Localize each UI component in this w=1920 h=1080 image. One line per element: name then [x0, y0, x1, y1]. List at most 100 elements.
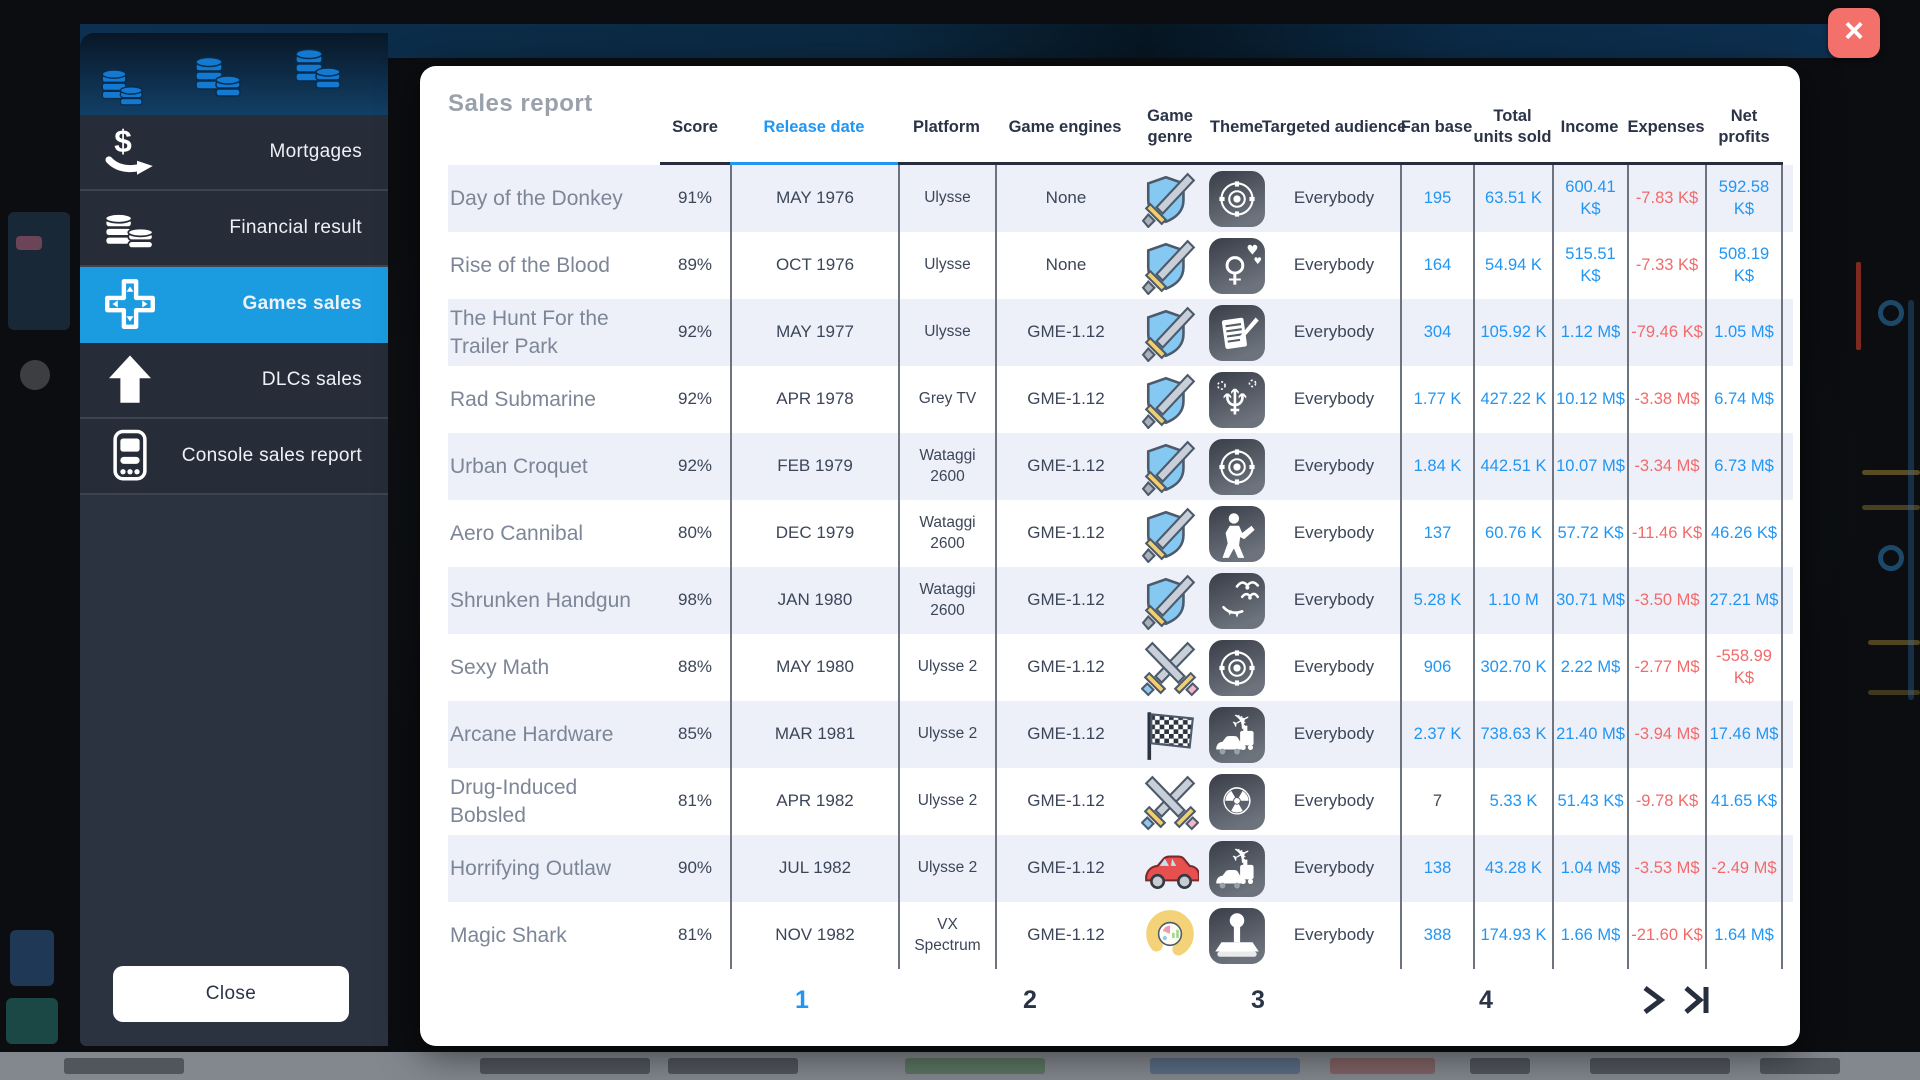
col-header-income[interactable]: Income [1552, 94, 1627, 165]
table-row[interactable]: Magic Shark 81% NOV 1982 VX Spectrum GME… [448, 902, 1793, 969]
sidebar-item-label: DLCs sales [158, 369, 388, 391]
svg-text:$: $ [114, 124, 132, 159]
close-button[interactable]: Close [113, 966, 349, 1022]
page-button-2[interactable]: 2 [916, 986, 1144, 1015]
col-header-score[interactable]: Score [660, 94, 730, 165]
game-engine-cell: GME-1.12 [995, 701, 1135, 768]
fan-base-cell: 1.84 K [1400, 433, 1473, 500]
table-row[interactable]: Arcane Hardware 85% MAR 1981 Ulysse 2 GM… [448, 701, 1793, 768]
sidebar-item-mortgages[interactable]: $ Mortgages [80, 115, 388, 191]
coin-stack-blue-icon [98, 57, 150, 113]
score-cell: 90% [660, 835, 730, 902]
income-cell: 57.72 K$ [1552, 500, 1627, 567]
page-button-3[interactable]: 3 [1144, 986, 1372, 1015]
table-header: Score Release date Platform Game engines… [448, 94, 1793, 165]
fan-base-cell: 388 [1400, 902, 1473, 969]
game-title-cell: Urban Croquet [448, 433, 660, 500]
col-header-game-genre[interactable]: Game genre [1135, 94, 1205, 165]
col-header-targeted-audience[interactable]: Targeted audience [1268, 94, 1400, 165]
fan-base-cell: 137 [1400, 500, 1473, 567]
game-taskbar [0, 1052, 1920, 1080]
col-header-theme[interactable]: Theme [1205, 94, 1268, 165]
release-date-cell: JUL 1982 [730, 835, 898, 902]
col-header-total-units-sold[interactable]: Total units sold [1473, 94, 1552, 165]
col-header-platform[interactable]: Platform [898, 94, 995, 165]
sidebar-item-console-sales-report[interactable]: Console sales report [80, 419, 388, 495]
net-profits-cell: 508.19 K$ [1705, 232, 1783, 299]
units-sold-cell: 54.94 K [1473, 232, 1552, 299]
col-header-game-engines[interactable]: Game engines [995, 94, 1135, 165]
svg-text:♆: ♆ [1219, 382, 1251, 423]
next-page-button[interactable] [1639, 985, 1667, 1015]
handheld-console-icon [102, 428, 158, 484]
game-engine-cell: None [995, 165, 1135, 232]
units-sold-cell: 63.51 K [1473, 165, 1552, 232]
game-title-cell: Magic Shark [448, 902, 660, 969]
sidebar-header [80, 33, 388, 115]
theme-cell: ☢ [1205, 768, 1268, 835]
table-row[interactable]: Sexy Math 88% MAY 1980 Ulysse 2 GME-1.12… [448, 634, 1793, 701]
col-header-net-profits[interactable]: Net profits [1705, 94, 1783, 165]
refresh-icon [1878, 300, 1904, 326]
score-cell: 89% [660, 232, 730, 299]
table-row[interactable]: Drug-Induced Bobsled 81% APR 1982 Ulysse… [448, 768, 1793, 835]
sidebar-item-financial-result[interactable]: Financial result [80, 191, 388, 267]
crossed-swords-icon [1141, 773, 1199, 831]
release-date-cell: MAY 1977 [730, 299, 898, 366]
game-title-cell: Rise of the Blood [448, 232, 660, 299]
table-row[interactable]: Day of the Donkey 91% MAY 1976 Ulysse No… [448, 165, 1793, 232]
col-header-release-date[interactable]: Release date [730, 94, 898, 165]
coin-stack-blue-icon [192, 43, 248, 105]
platform-cell: Ulysse [898, 232, 995, 299]
backdrop-card [8, 212, 70, 330]
game-engine-cell: None [995, 232, 1135, 299]
fan-base-cell: 2.37 K [1400, 701, 1473, 768]
table-row[interactable]: Urban Croquet 92% FEB 1979 Wataggi 2600 … [448, 433, 1793, 500]
game-title-cell: Day of the Donkey [448, 165, 660, 232]
fan-base-cell: 138 [1400, 835, 1473, 902]
units-sold-cell: 427.22 K [1473, 366, 1552, 433]
shield-sword-icon [1141, 438, 1199, 496]
superhero-icon [1208, 505, 1266, 563]
sidebar-item-games-sales[interactable]: Games sales [80, 267, 388, 343]
page-button-4[interactable]: 4 [1372, 986, 1600, 1015]
svg-text:♀: ♀ [1222, 249, 1246, 288]
col-header-expenses[interactable]: Expenses [1627, 94, 1705, 165]
col-header-fan-base[interactable]: Fan base [1400, 94, 1473, 165]
score-cell: 92% [660, 299, 730, 366]
table-row[interactable]: Rad Submarine 92% APR 1978 Grey TV GME-1… [448, 366, 1793, 433]
table-row[interactable]: The Hunt For the Trailer Park 92% MAY 19… [448, 299, 1793, 366]
last-page-button[interactable] [1683, 985, 1711, 1015]
audience-cell: Everybody [1268, 500, 1400, 567]
fan-base-cell: 906 [1400, 634, 1473, 701]
net-profits-cell: -558.99 K$ [1705, 634, 1783, 701]
sidebar-item-dlcs-sales[interactable]: DLCs sales [80, 343, 388, 419]
sales-table-body: Day of the Donkey 91% MAY 1976 Ulysse No… [448, 165, 1793, 969]
table-row[interactable]: Rise of the Blood 89% OCT 1976 Ulysse No… [448, 232, 1793, 299]
net-profits-cell: 41.65 K$ [1705, 768, 1783, 835]
table-row[interactable]: Aero Cannibal 80% DEC 1979 Wataggi 2600 … [448, 500, 1793, 567]
transport-icon: ✈ [1208, 706, 1266, 764]
game-title-cell: Drug-Induced Bobsled [448, 768, 660, 835]
units-sold-cell: 442.51 K [1473, 433, 1552, 500]
audience-cell: Everybody [1268, 433, 1400, 500]
release-date-cell: APR 1982 [730, 768, 898, 835]
page-button-1[interactable]: 1 [688, 986, 916, 1015]
expenses-cell: -3.34 M$ [1627, 433, 1705, 500]
theme-cell: ♀ ♥♥ [1205, 232, 1268, 299]
close-icon: × [1844, 12, 1864, 50]
release-date-cell: JAN 1980 [730, 567, 898, 634]
audience-cell: Everybody [1268, 902, 1400, 969]
red-car-icon [1141, 840, 1199, 898]
fan-base-cell: 5.28 K [1400, 567, 1473, 634]
table-row[interactable]: Horrifying Outlaw 90% JUL 1982 Ulysse 2 … [448, 835, 1793, 902]
expenses-cell: -9.78 K$ [1627, 768, 1705, 835]
audience-cell: Everybody [1268, 165, 1400, 232]
expenses-cell: -7.33 K$ [1627, 232, 1705, 299]
magic-trident-icon: ♆ [1208, 371, 1266, 429]
modal-close-button[interactable]: × [1828, 8, 1880, 58]
game-engine-cell: GME-1.12 [995, 299, 1135, 366]
table-row[interactable]: Shrunken Handgun 98% JAN 1980 Wataggi 26… [448, 567, 1793, 634]
net-profits-cell: 46.26 K$ [1705, 500, 1783, 567]
game-genre-cell [1135, 634, 1205, 701]
